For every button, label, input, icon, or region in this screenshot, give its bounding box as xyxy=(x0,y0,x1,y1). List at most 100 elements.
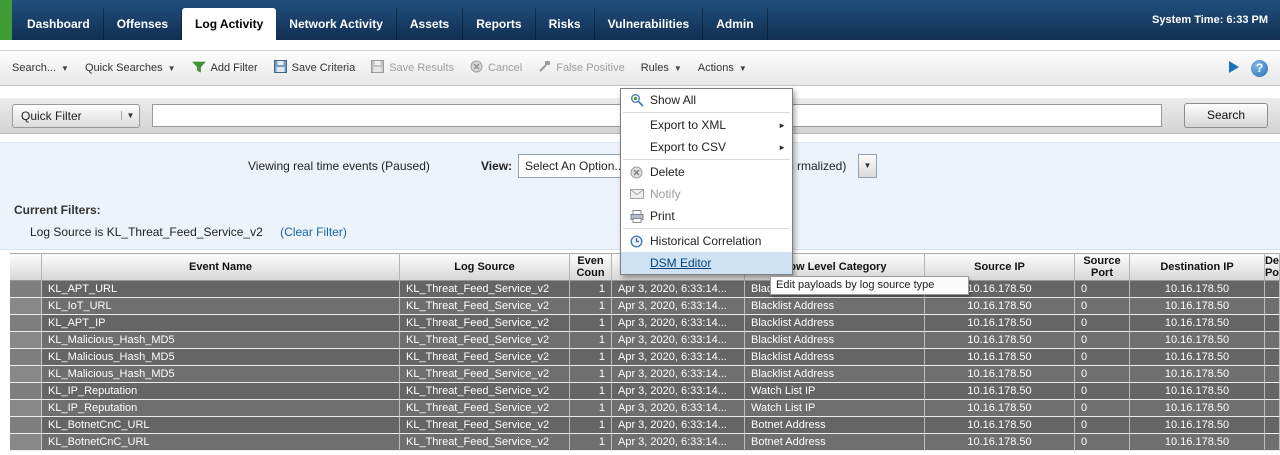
event-name-cell: KL_BotnetCnC_URL xyxy=(42,417,400,434)
actions-label: Actions xyxy=(698,62,734,74)
view-label: View: xyxy=(481,159,512,173)
false-positive-label: False Positive xyxy=(556,62,624,74)
table-row[interactable]: KL_Malicious_Hash_MD5 KL_Threat_Feed_Ser… xyxy=(10,366,1280,383)
tab-risks[interactable]: Risks xyxy=(536,8,595,40)
log-source-cell: KL_Threat_Feed_Service_v2 xyxy=(400,281,570,298)
source-port-cell: 0 xyxy=(1075,315,1130,332)
table-row[interactable]: KL_IoT_URL KL_Threat_Feed_Service_v2 1 A… xyxy=(10,298,1280,315)
log-source-cell: KL_Threat_Feed_Service_v2 xyxy=(400,332,570,349)
display-select-caret[interactable]: ▼ xyxy=(858,154,877,178)
play-stream-icon[interactable] xyxy=(1227,60,1241,77)
menu-divider xyxy=(623,112,790,113)
tab-dashboard[interactable]: Dashboard xyxy=(14,8,104,40)
menu-item-print[interactable]: Print xyxy=(621,205,792,227)
time-cell: Apr 3, 2020, 6:33:14... xyxy=(612,298,745,315)
destination-ip-cell: 10.16.178.50 xyxy=(1130,366,1265,383)
category-cell: Botnet Address xyxy=(745,434,925,451)
destination-ip-cell: 10.16.178.50 xyxy=(1130,417,1265,434)
cancel-button: Cancel xyxy=(470,60,522,76)
table-row[interactable]: KL_IP_Reputation KL_Threat_Feed_Service_… xyxy=(10,400,1280,417)
destination-ip-cell: 10.16.178.50 xyxy=(1130,349,1265,366)
nav-tabs: Dashboard Offenses Log Activity Network … xyxy=(14,8,768,40)
source-ip-cell: 10.16.178.50 xyxy=(925,332,1075,349)
table-row[interactable]: KL_APT_URL KL_Threat_Feed_Service_v2 1 A… xyxy=(10,281,1280,298)
menu-item-historical-correlation[interactable]: Historical Correlation xyxy=(621,230,792,252)
category-cell: Blacklist Address xyxy=(745,315,925,332)
event-count-cell: 1 xyxy=(570,383,612,400)
menu-item-export-to-csv[interactable]: Export to CSV ► xyxy=(621,136,792,158)
nav-accent-strip xyxy=(0,0,12,40)
tab-network-activity[interactable]: Network Activity xyxy=(276,8,397,40)
row-flag-cell xyxy=(10,315,42,332)
tab-offenses[interactable]: Offenses xyxy=(104,8,182,40)
event-name-cell: KL_IP_Reputation xyxy=(42,400,400,417)
quick-searches-button[interactable]: Quick Searches ▼ xyxy=(85,62,176,74)
log-source-cell: KL_Threat_Feed_Service_v2 xyxy=(400,366,570,383)
event-count-cell: 1 xyxy=(570,417,612,434)
search-button[interactable]: Search xyxy=(1184,103,1268,128)
add-filter-button[interactable]: Add Filter xyxy=(192,61,258,76)
table-row[interactable]: KL_IP_Reputation KL_Threat_Feed_Service_… xyxy=(10,383,1280,400)
source-port-cell: 0 xyxy=(1075,332,1130,349)
table-row[interactable]: KL_Malicious_Hash_MD5 KL_Threat_Feed_Ser… xyxy=(10,349,1280,366)
destination-port-cell xyxy=(1265,315,1280,332)
header-event-count[interactable]: EvenCoun xyxy=(570,253,612,281)
event-count-cell: 1 xyxy=(570,332,612,349)
log-source-cell: KL_Threat_Feed_Service_v2 xyxy=(400,434,570,451)
quick-filter-dropdown[interactable]: Quick Filter ▼ xyxy=(12,104,140,128)
menu-item-delete[interactable]: Delete xyxy=(621,161,792,183)
header-destination-ip[interactable]: Destination IP xyxy=(1130,253,1265,281)
clear-filter-link[interactable]: (Clear Filter) xyxy=(280,225,347,239)
table-row[interactable]: KL_APT_IP KL_Threat_Feed_Service_v2 1 Ap… xyxy=(10,315,1280,332)
save-results-label: Save Results xyxy=(389,62,454,74)
actions-menu-button[interactable]: Actions ▼ xyxy=(698,62,747,74)
row-flag-cell xyxy=(10,281,42,298)
event-name-cell: KL_Malicious_Hash_MD5 xyxy=(42,366,400,383)
menu-item-export-to-xml[interactable]: Export to XML ► xyxy=(621,114,792,136)
tab-admin[interactable]: Admin xyxy=(703,8,767,40)
actions-dropdown-menu: Show All Export to XML ► Export to CSV ►… xyxy=(620,88,793,275)
header-event-name[interactable]: Event Name xyxy=(42,253,400,281)
time-cell: Apr 3, 2020, 6:33:14... xyxy=(612,366,745,383)
save-criteria-button[interactable]: Save Criteria xyxy=(274,60,356,76)
category-cell: Watch List IP xyxy=(745,400,925,417)
header-destination-port[interactable]: DePo xyxy=(1265,253,1280,281)
destination-port-cell xyxy=(1265,349,1280,366)
search-menu-button[interactable]: Search... ▼ xyxy=(12,62,69,74)
row-flag-cell xyxy=(10,417,42,434)
tab-log-activity[interactable]: Log Activity xyxy=(182,8,276,40)
row-flag-cell xyxy=(10,298,42,315)
rules-menu-button[interactable]: Rules ▼ xyxy=(641,62,682,74)
show-all-icon xyxy=(628,93,645,107)
source-port-cell: 0 xyxy=(1075,417,1130,434)
source-port-cell: 0 xyxy=(1075,400,1130,417)
help-icon[interactable]: ? xyxy=(1251,60,1268,77)
menu-item-show-all[interactable]: Show All xyxy=(621,89,792,111)
tab-reports[interactable]: Reports xyxy=(463,8,535,40)
submenu-arrow-icon: ► xyxy=(778,121,786,130)
log-source-cell: KL_Threat_Feed_Service_v2 xyxy=(400,315,570,332)
row-flag-cell xyxy=(10,400,42,417)
source-ip-cell: 10.16.178.50 xyxy=(925,349,1075,366)
chevron-down-icon: ▼ xyxy=(168,64,176,73)
time-cell: Apr 3, 2020, 6:33:14... xyxy=(612,315,745,332)
menu-item-notify: Notify xyxy=(621,183,792,205)
table-row[interactable]: KL_BotnetCnC_URL KL_Threat_Feed_Service_… xyxy=(10,417,1280,434)
event-count-cell: 1 xyxy=(570,315,612,332)
event-count-cell: 1 xyxy=(570,400,612,417)
tab-vulnerabilities[interactable]: Vulnerabilities xyxy=(595,8,704,40)
table-row[interactable]: KL_Malicious_Hash_MD5 KL_Threat_Feed_Ser… xyxy=(10,332,1280,349)
menu-item-dsm-editor[interactable]: DSM Editor xyxy=(621,252,792,274)
tab-assets[interactable]: Assets xyxy=(397,8,463,40)
chevron-down-icon: ▼ xyxy=(674,64,682,73)
header-log-source[interactable]: Log Source xyxy=(400,253,570,281)
table-row[interactable]: KL_BotnetCnC_URL KL_Threat_Feed_Service_… xyxy=(10,434,1280,451)
destination-ip-cell: 10.16.178.50 xyxy=(1130,332,1265,349)
envelope-icon xyxy=(628,189,645,199)
submenu-arrow-icon: ► xyxy=(778,143,786,152)
header-source-port[interactable]: SourcePort xyxy=(1075,253,1130,281)
delete-circle-icon xyxy=(628,166,645,179)
source-port-cell: 0 xyxy=(1075,349,1130,366)
event-name-cell: KL_Malicious_Hash_MD5 xyxy=(42,349,400,366)
log-source-cell: KL_Threat_Feed_Service_v2 xyxy=(400,400,570,417)
